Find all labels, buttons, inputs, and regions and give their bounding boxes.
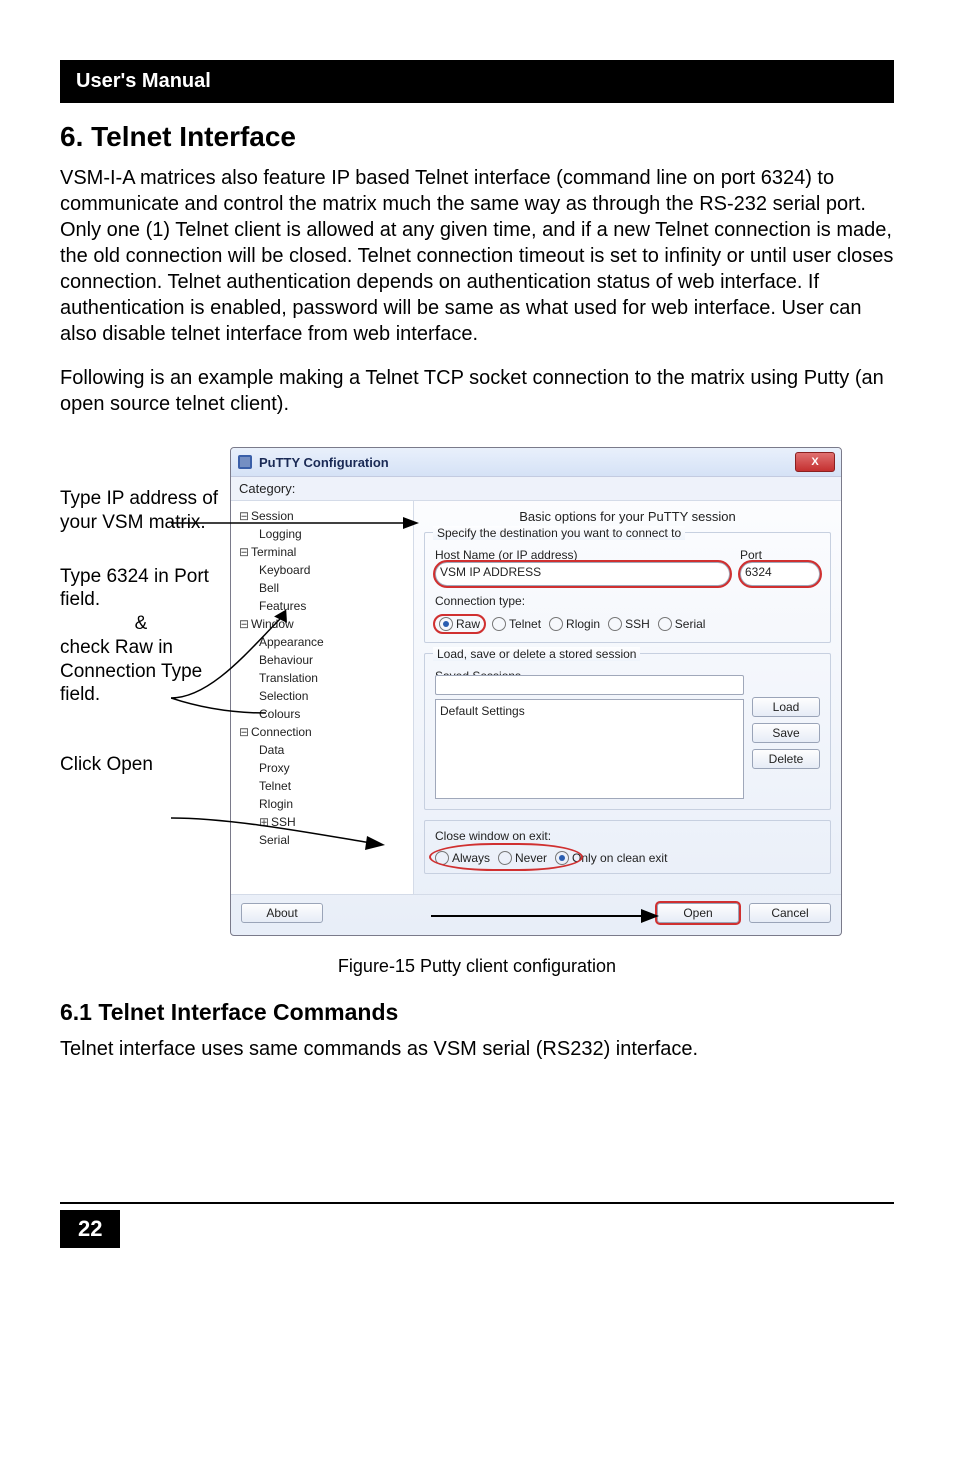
figure: Type IP address of your VSM matrix. Type…: [60, 447, 894, 936]
close-exit-label: Close window on exit:: [435, 829, 820, 843]
group-label: Specify the destination you want to conn…: [433, 526, 685, 540]
dialog-buttons: About Open Cancel: [231, 894, 841, 935]
tree-item-keyboard[interactable]: Keyboard: [239, 561, 409, 579]
tree-item-data[interactable]: Data: [239, 741, 409, 759]
radio-icon: [658, 617, 672, 631]
collapse-icon[interactable]: ⊟: [239, 723, 249, 741]
open-button[interactable]: Open: [657, 903, 739, 923]
connection-type-radios: Raw Telnet Rlogin SSH Serial: [435, 616, 820, 632]
window-title: PuTTY Configuration: [259, 455, 389, 470]
panel-title: Basic options for your PuTTY session: [424, 509, 831, 524]
figure-caption: Figure-15 Putty client configuration: [60, 956, 894, 977]
close-on-exit-group: Close window on exit: Always Never Only …: [424, 820, 831, 874]
instruction-line: check Raw in Connection Type field.: [60, 637, 202, 706]
instruction-text: Type 6324 in Port field. & check Raw in …: [60, 565, 222, 708]
about-button[interactable]: About: [241, 903, 323, 923]
radio-icon: [439, 617, 453, 631]
load-button[interactable]: Load: [752, 697, 820, 717]
host-input[interactable]: VSM IP ADDRESS: [435, 562, 730, 586]
close-button[interactable]: X: [795, 452, 835, 472]
category-tree[interactable]: ⊟Session Logging ⊟Terminal Keyboard Bell…: [231, 501, 414, 894]
tree-item-logging[interactable]: Logging: [239, 525, 409, 543]
tree-item-selection[interactable]: Selection: [239, 687, 409, 705]
instruction-text: Click Open: [60, 753, 222, 777]
cancel-button[interactable]: Cancel: [749, 903, 831, 923]
list-item[interactable]: Default Settings: [440, 704, 739, 718]
tree-item-window[interactable]: ⊟Window: [239, 615, 409, 633]
window-titlebar: PuTTY Configuration X: [231, 448, 841, 477]
collapse-icon[interactable]: ⊟: [239, 615, 249, 633]
tree-item-session[interactable]: ⊟Session: [239, 507, 409, 525]
tree-item-proxy[interactable]: Proxy: [239, 759, 409, 777]
app-icon: [237, 454, 253, 470]
radio-raw[interactable]: Raw: [435, 616, 484, 632]
page-number: 22: [60, 1210, 120, 1248]
sessions-group: Load, save or delete a stored session Sa…: [424, 653, 831, 810]
tree-item-appearance[interactable]: Appearance: [239, 633, 409, 651]
session-panel: Basic options for your PuTTY session Spe…: [414, 501, 841, 894]
save-button[interactable]: Save: [752, 723, 820, 743]
annotation-ellipse: [429, 843, 583, 871]
delete-button[interactable]: Delete: [752, 749, 820, 769]
tree-item-connection[interactable]: ⊟Connection: [239, 723, 409, 741]
radio-icon: [492, 617, 506, 631]
radio-serial[interactable]: Serial: [658, 617, 706, 631]
radio-icon: [549, 617, 563, 631]
page-footer: 22: [60, 1202, 894, 1248]
radio-telnet[interactable]: Telnet: [492, 617, 541, 631]
instruction-line: Type 6324 in Port field.: [60, 566, 209, 611]
port-input[interactable]: 6324: [740, 562, 820, 586]
page-header: User's Manual: [60, 60, 894, 103]
radio-icon: [608, 617, 622, 631]
tree-item-features[interactable]: Features: [239, 597, 409, 615]
putty-window: PuTTY Configuration X Category: ⊟Session…: [230, 447, 842, 936]
instruction-line: &: [60, 612, 222, 636]
saved-sessions-input[interactable]: [435, 675, 744, 695]
group-label: Load, save or delete a stored session: [433, 647, 640, 661]
subsection-heading: 6.1 Telnet Interface Commands: [60, 999, 894, 1026]
paragraph: Telnet interface uses same commands as V…: [60, 1036, 894, 1062]
tree-item-bell[interactable]: Bell: [239, 579, 409, 597]
tree-item-serial[interactable]: Serial: [239, 831, 409, 849]
tree-item-ssh[interactable]: ⊞SSH: [239, 813, 409, 831]
tree-item-colours[interactable]: Colours: [239, 705, 409, 723]
connection-type-label: Connection type:: [435, 594, 820, 608]
instruction-column: Type IP address of your VSM matrix. Type…: [60, 447, 230, 777]
tree-item-telnet[interactable]: Telnet: [239, 777, 409, 795]
host-label: Host Name (or IP address): [435, 548, 730, 562]
paragraph: Following is an example making a Telnet …: [60, 365, 894, 417]
tree-item-translation[interactable]: Translation: [239, 669, 409, 687]
sessions-list[interactable]: Default Settings: [435, 699, 744, 799]
radio-ssh[interactable]: SSH: [608, 617, 650, 631]
section-heading: 6. Telnet Interface: [60, 121, 894, 153]
radio-rlogin[interactable]: Rlogin: [549, 617, 600, 631]
collapse-icon[interactable]: ⊟: [239, 543, 249, 561]
tree-item-rlogin[interactable]: Rlogin: [239, 795, 409, 813]
category-label: Category:: [231, 477, 841, 501]
paragraph: VSM-I-A matrices also feature IP based T…: [60, 165, 894, 347]
expand-icon[interactable]: ⊞: [259, 813, 269, 831]
tree-item-behaviour[interactable]: Behaviour: [239, 651, 409, 669]
port-label: Port: [740, 548, 820, 562]
destination-group: Specify the destination you want to conn…: [424, 532, 831, 643]
collapse-icon[interactable]: ⊟: [239, 507, 249, 525]
annotation-arrow-icon: [431, 901, 661, 931]
tree-item-terminal[interactable]: ⊟Terminal: [239, 543, 409, 561]
instruction-text: Type IP address of your VSM matrix.: [60, 487, 222, 535]
